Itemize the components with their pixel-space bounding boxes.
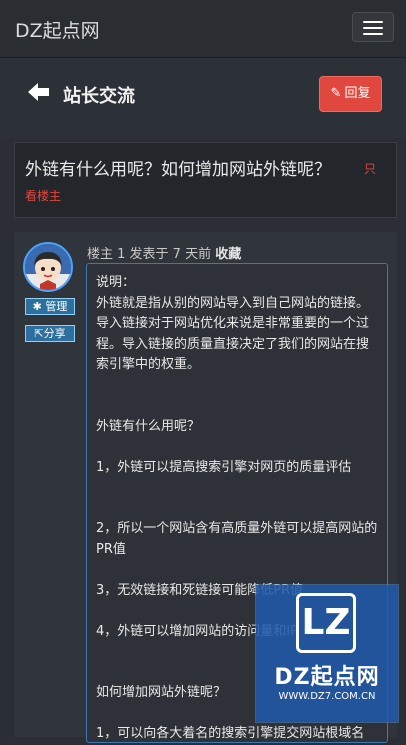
post-paragraph (96, 560, 379, 581)
arrow-left-icon[interactable] (28, 82, 50, 102)
watermark-url: WWW.DZ7.COM.CN (278, 691, 376, 702)
post-meta: 楼主 1 发表于 7 天前 收藏 (87, 243, 241, 262)
post-meta-text: 楼主 1 发表于 7 天前 (87, 247, 212, 262)
top-navbar: DZ起点网 (0, 0, 406, 58)
share-label: 分享 (43, 327, 66, 340)
view-op-only-link[interactable]: 看楼主 (25, 187, 61, 204)
thread-title: 外链有什么用呢？如何增加网站外链呢？ (25, 160, 331, 180)
manage-button[interactable]: ✱ 管理 (25, 298, 75, 315)
site-watermark: LZ DZ起点网 WWW.DZ7.COM.CN (256, 585, 398, 722)
hamburger-icon (363, 21, 383, 23)
post-paragraph: 1，可以向各大着名的搜索引擎提交网站根域名 (96, 726, 365, 741)
watermark-logo: LZ (296, 593, 356, 653)
hamburger-icon (363, 27, 383, 29)
post-paragraph (96, 478, 379, 499)
favorite-link[interactable]: 收藏 (215, 247, 241, 262)
post-paragraph: 1，外链可以提高搜索引擎对网页的质量评估 (96, 459, 352, 475)
gear-icon: ✱ (32, 300, 42, 313)
hamburger-icon (363, 33, 383, 35)
share-icon: ⇱ (34, 327, 44, 340)
site-brand[interactable]: DZ起点网 (15, 16, 100, 43)
user-avatar-icon (25, 244, 71, 290)
reply-button[interactable]: ✎ 回复 (319, 76, 382, 112)
post-paragraph: 外链有什么用呢？ (96, 418, 201, 434)
share-button[interactable]: ⇱分享 (25, 325, 75, 342)
post-paragraph (96, 396, 379, 417)
post-paragraph (96, 376, 379, 397)
reply-label: 回复 (344, 86, 371, 101)
thread-header: 外链有什么用呢？如何增加网站外链呢？ 只 看楼主 (14, 142, 397, 218)
post-paragraph (96, 499, 379, 520)
pencil-icon: ✎ (330, 86, 342, 101)
menu-toggle-button[interactable] (352, 12, 394, 42)
post-paragraph: 2，所以一个网站含有高质量外链可以提高网站的PR值 (96, 521, 378, 557)
post-paragraph: 说明： 外链就是指从别的网站导入到自己网站的链接。导入链接对于网站优化来说是非常… (96, 275, 370, 372)
watermark-name: DZ起点网 (274, 665, 380, 690)
page-title: 站长交流 (63, 86, 135, 107)
only-toggle[interactable]: 只 (364, 160, 376, 177)
post-paragraph (96, 437, 379, 458)
manage-label: 管理 (45, 300, 68, 313)
avatar[interactable] (23, 242, 73, 292)
